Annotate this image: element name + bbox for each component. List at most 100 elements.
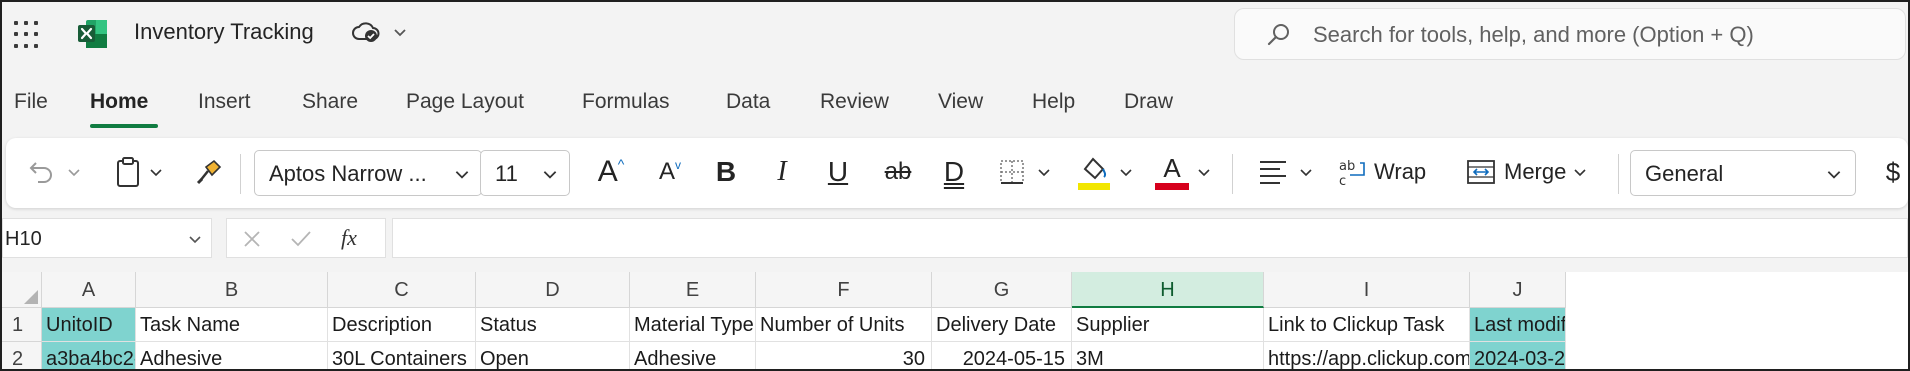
font-color-dropdown[interactable] [1194,150,1214,194]
tab-data[interactable]: Data [726,90,770,114]
double-underline-icon: D [943,156,965,187]
column-header-i[interactable]: I [1264,272,1470,308]
strikethrough-icon: ab [884,158,912,185]
tab-draw[interactable]: Draw [1124,90,1173,114]
search-box[interactable]: Search for tools, help, and more (Option… [1234,8,1906,60]
paste-button[interactable] [110,150,146,194]
cell-e2[interactable]: Adhesive [630,342,756,369]
tab-review[interactable]: Review [820,90,889,114]
worksheet-grid[interactable]: A B C D E F G H I J 1 UnitoID Task Name … [2,272,1908,369]
cell-b1[interactable]: Task Name [136,308,328,342]
font-size-select[interactable]: 11 [480,150,570,196]
insert-function-button[interactable]: fx [341,225,357,251]
double-underline-button[interactable]: D [936,150,972,194]
row-header-1[interactable]: 1 [2,308,42,342]
tab-formulas[interactable]: Formulas [582,90,670,114]
column-header-c[interactable]: C [328,272,476,308]
chevron-down-icon[interactable] [390,22,410,42]
column-header-j[interactable]: J [1470,272,1566,308]
format-painter-button[interactable] [192,150,226,194]
column-header-h[interactable]: H [1072,272,1264,308]
document-title[interactable]: Inventory Tracking [134,19,314,45]
cell-i1[interactable]: Link to Clickup Task [1264,308,1470,342]
column-header-b[interactable]: B [136,272,328,308]
cell-e1[interactable]: Material Type [630,308,756,342]
clipboard-icon [117,157,139,187]
cell-d2[interactable]: Open [476,342,630,369]
confirm-icon[interactable] [289,228,313,250]
borders-button[interactable] [994,150,1030,194]
cell-g1[interactable]: Delivery Date [932,308,1072,342]
cell-d1[interactable]: Status [476,308,630,342]
number-format-value: General [1645,161,1724,186]
fill-color-button[interactable] [1074,150,1114,194]
cell-g2[interactable]: 2024-05-15 [932,342,1072,369]
borders-dropdown[interactable] [1034,150,1054,194]
shrink-font-icon: A [658,158,675,185]
bold-button[interactable]: B [708,150,744,194]
currency-format-button[interactable]: $ [1882,150,1904,194]
align-button[interactable] [1256,150,1290,194]
cell-a2[interactable]: a3ba4bc2- [42,342,136,369]
align-dropdown[interactable] [1296,150,1316,194]
cell-b2[interactable]: Adhesive [136,342,328,369]
name-box-value: H10 [5,228,42,250]
chevron-down-icon [455,171,469,179]
number-format-select[interactable]: General [1630,150,1856,196]
cell-i2[interactable]: https://app.clickup.com [1264,342,1470,369]
fill-color-dropdown[interactable] [1116,150,1136,194]
cancel-icon[interactable] [241,228,263,250]
chevron-down-icon [1300,169,1312,177]
italic-button[interactable]: I [764,150,800,194]
fill-bucket-icon [1078,157,1110,190]
cloud-saved-icon[interactable] [352,20,380,44]
font-color-button[interactable]: A [1152,150,1192,194]
chevron-down-icon [68,169,80,177]
ribbon-tabs: File Home Insert Share Page Layout Formu… [2,82,1908,132]
font-color-icon: A [1163,152,1181,183]
wrap-text-button[interactable]: ab c Wrap [1338,150,1448,194]
undo-button[interactable] [22,150,62,194]
tab-home[interactable]: Home [90,90,148,114]
cell-a1[interactable]: UnitoID [42,308,136,342]
font-color-swatch [1155,182,1189,190]
column-header-g[interactable]: G [932,272,1072,308]
tab-help[interactable]: Help [1032,90,1075,114]
increase-font-size-button[interactable]: A ^ [590,150,632,194]
undo-dropdown[interactable] [64,150,84,194]
column-header-f[interactable]: F [756,272,932,308]
column-header-d[interactable]: D [476,272,630,308]
chevron-down-icon [1827,171,1841,179]
font-name-select[interactable]: Aptos Narrow ... [254,150,482,196]
cell-c1[interactable]: Description [328,308,476,342]
decrease-font-size-button[interactable]: A v [650,150,690,194]
cell-f1[interactable]: Number of Units [756,308,932,342]
select-all-corner[interactable] [2,272,42,308]
name-box[interactable]: H10 [2,218,212,258]
caret-down-icon: v [675,158,681,172]
row-header-2[interactable]: 2 [2,342,42,369]
paste-dropdown[interactable] [146,150,166,194]
tab-share[interactable]: Share [302,90,358,114]
strikethrough-button[interactable]: ab [876,150,920,194]
tab-file[interactable]: File [14,90,48,114]
column-header-e[interactable]: E [630,272,756,308]
cell-h2[interactable]: 3M [1072,342,1264,369]
cell-j2[interactable]: 2024-03-20 [1470,342,1566,369]
formula-input[interactable] [392,218,1908,258]
tab-insert[interactable]: Insert [198,90,251,114]
merge-button[interactable]: Merge [1466,150,1606,194]
column-header-a[interactable]: A [42,272,136,308]
cell-h1[interactable]: Supplier [1072,308,1264,342]
app-launcher-icon[interactable] [14,21,42,49]
cell-j1[interactable]: Last modifi [1470,308,1566,342]
chevron-down-icon [1198,169,1210,177]
merge-label: Merge [1504,159,1567,184]
underline-button[interactable]: U [820,150,856,194]
tab-page-layout[interactable]: Page Layout [406,90,524,114]
cell-f2[interactable]: 30 [756,342,932,369]
align-left-icon [1260,161,1286,184]
cell-c2[interactable]: 30L Containers [328,342,476,369]
tab-view[interactable]: View [938,90,983,114]
separator [1232,154,1233,194]
